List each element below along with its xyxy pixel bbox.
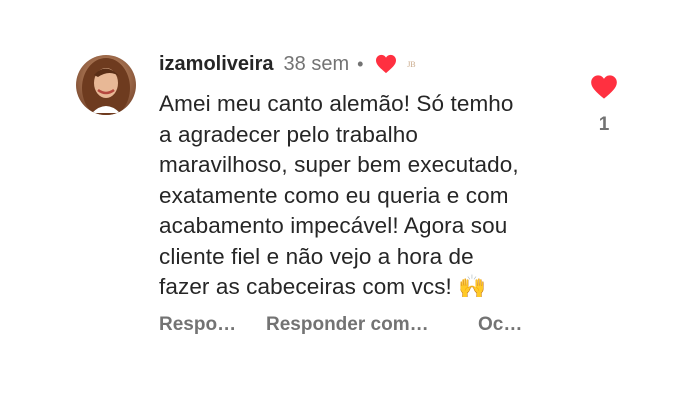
like-control: 1 xyxy=(586,74,622,136)
reply-button[interactable]: Respo… xyxy=(159,314,266,336)
comment-text: Amei meu canto alemão! Só temho a agrade… xyxy=(159,91,519,299)
avatar[interactable] xyxy=(76,55,136,115)
username-link[interactable]: izamoliveira xyxy=(159,53,274,76)
comment-actions: Respo… Responder com… Oc… xyxy=(159,314,522,336)
comment-item: izamoliveira 38 sem • JB Amei meu canto … xyxy=(0,0,700,400)
hide-button[interactable]: Oc… xyxy=(478,314,522,336)
reply-with-button[interactable]: Responder com… xyxy=(266,314,478,336)
author-avatar: JB xyxy=(407,59,416,69)
heart-icon xyxy=(376,54,397,74)
comment-header: izamoliveira 38 sem • JB xyxy=(159,50,419,78)
timestamp[interactable]: 38 sem xyxy=(284,53,350,76)
heart-icon[interactable] xyxy=(590,74,618,100)
separator-dot: • xyxy=(357,53,364,74)
like-count[interactable]: 1 xyxy=(599,114,610,136)
liked-by-author-badge: JB xyxy=(375,54,419,74)
